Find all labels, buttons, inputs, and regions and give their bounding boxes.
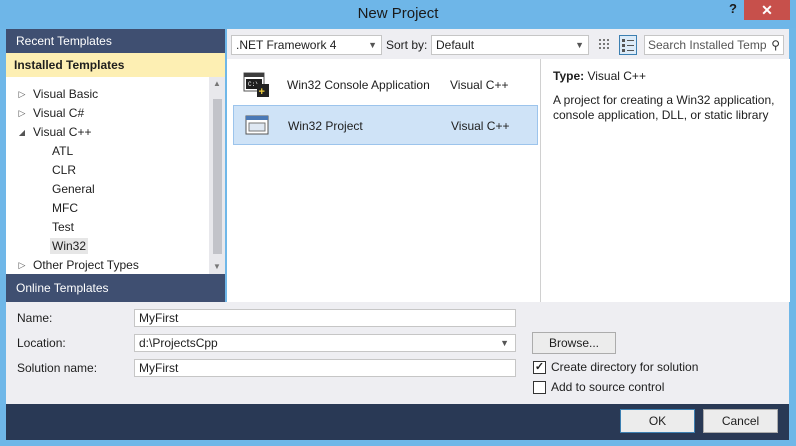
collapse-arrow-icon[interactable]: ◢ xyxy=(17,123,27,142)
tree-item-label: Test xyxy=(52,220,75,234)
solution-name-input[interactable]: MyFirst xyxy=(134,359,516,377)
expand-arrow-icon[interactable]: ▷ xyxy=(17,104,27,123)
chevron-down-icon: ▼ xyxy=(575,40,584,50)
tree-item-label: ATL xyxy=(52,144,74,158)
title-bar: New Project ? ✕ xyxy=(0,0,796,28)
scroll-down-arrow-icon[interactable]: ▼ xyxy=(209,260,225,274)
medium-icons-view-icon[interactable] xyxy=(619,35,637,55)
location-combobox[interactable]: d:\ProjectsCpp ▼ xyxy=(134,334,516,352)
tree-scrollbar[interactable]: ▲ ▼ xyxy=(209,77,225,274)
template-description: A project for creating a Win32 applicati… xyxy=(553,93,775,122)
framework-value: .NET Framework 4 xyxy=(236,38,337,52)
tree-item-label: CLR xyxy=(52,163,77,177)
solution-name-label: Solution name: xyxy=(17,361,98,375)
dialog-title: New Project xyxy=(357,5,439,22)
search-installed-templates-input[interactable]: Search Installed Temp ⚲ xyxy=(644,35,784,55)
tree-item-label: MFC xyxy=(52,201,78,215)
help-button[interactable]: ? xyxy=(722,0,744,20)
online-templates-header[interactable]: Online Templates xyxy=(6,274,225,302)
add-to-source-control-label[interactable]: Add to source control xyxy=(551,380,664,394)
location-value: d:\ProjectsCpp xyxy=(139,336,218,350)
recent-templates-header[interactable]: Recent Templates xyxy=(6,29,225,53)
location-label: Location: xyxy=(17,336,66,350)
template-name: Win32 Project xyxy=(288,119,363,133)
small-icons-view-icon[interactable] xyxy=(597,36,613,54)
framework-select[interactable]: .NET Framework 4 ▼ xyxy=(231,35,382,55)
project-name-input[interactable]: MyFirst xyxy=(134,309,516,327)
scroll-up-arrow-icon[interactable]: ▲ xyxy=(209,77,225,91)
cancel-button[interactable]: Cancel xyxy=(703,409,778,433)
new-project-dialog: New Project ? ✕ Recent Templates Install… xyxy=(0,0,796,446)
search-placeholder: Search Installed Temp xyxy=(648,38,767,52)
sort-by-select[interactable]: Default ▼ xyxy=(431,35,589,55)
expand-arrow-icon[interactable]: ▷ xyxy=(17,256,27,274)
win32-project-icon xyxy=(244,112,272,140)
template-description-pane: Type: Visual C++ A project for creating … xyxy=(540,59,790,302)
chevron-down-icon: ▼ xyxy=(368,40,377,50)
template-tree: ▷ Visual Basic ▷ Visual C# ◢ Visual C++ … xyxy=(6,77,209,274)
scrollbar-thumb[interactable] xyxy=(213,99,222,254)
tree-item-general[interactable]: General xyxy=(52,180,95,199)
template-language: Visual C++ xyxy=(450,78,509,92)
create-directory-label[interactable]: Create directory for solution xyxy=(551,360,698,374)
tree-item-label: Visual C++ xyxy=(33,125,92,139)
tree-item-win32[interactable]: Win32 xyxy=(50,237,89,256)
type-label: Type: xyxy=(553,69,585,83)
chevron-down-icon[interactable]: ▼ xyxy=(500,335,509,351)
tree-item-label: Other Project Types xyxy=(33,258,139,272)
expand-arrow-icon[interactable]: ▷ xyxy=(17,85,27,104)
tree-item-atl[interactable]: ATL xyxy=(52,142,73,161)
tree-item-label: Visual Basic xyxy=(33,87,99,101)
name-label: Name: xyxy=(17,311,53,325)
tree-item-mfc[interactable]: MFC xyxy=(52,199,78,218)
console-application-icon: C:\ + xyxy=(243,71,271,99)
svg-text:+: + xyxy=(259,86,265,98)
sort-by-value: Default xyxy=(436,38,475,52)
type-value: Visual C++ xyxy=(587,69,646,83)
tree-item-label: Visual C# xyxy=(33,106,85,120)
tree-item-label: General xyxy=(52,182,95,196)
template-navigation-pane: Recent Templates Installed Templates ▷ V… xyxy=(6,29,225,302)
installed-templates-header[interactable]: Installed Templates xyxy=(6,53,225,77)
create-directory-checkbox[interactable]: ✓ xyxy=(533,361,546,374)
sort-by-label: Sort by: xyxy=(386,38,428,52)
template-item-win32-console-application[interactable]: C:\ + Win32 Console Application Visual C… xyxy=(233,65,538,105)
tree-item-test[interactable]: Test xyxy=(52,218,74,237)
tree-item-clr[interactable]: CLR xyxy=(52,161,76,180)
template-language: Visual C++ xyxy=(451,119,510,133)
template-item-win32-project[interactable]: Win32 Project Visual C++ xyxy=(233,105,538,145)
add-to-source-control-checkbox[interactable] xyxy=(533,381,546,394)
template-name: Win32 Console Application xyxy=(287,78,430,92)
ok-button[interactable]: OK xyxy=(620,409,695,433)
browse-button[interactable]: Browse... xyxy=(532,332,616,354)
tree-item-label: Win32 xyxy=(50,238,89,254)
close-button[interactable]: ✕ xyxy=(744,0,790,20)
search-icon[interactable]: ⚲ xyxy=(771,36,780,54)
template-type: Type: Visual C++ xyxy=(553,69,646,83)
